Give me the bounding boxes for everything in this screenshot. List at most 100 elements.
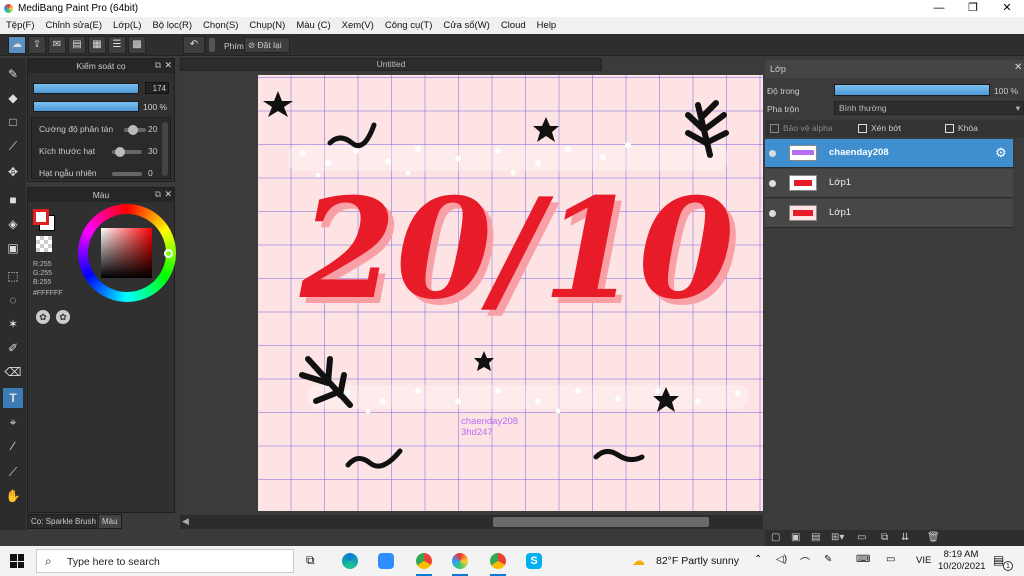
close-icon[interactable]: ✕ (164, 189, 172, 200)
new-layer-icon[interactable]: ▢ (771, 532, 780, 543)
search-box[interactable]: ⌕ Type here to search (36, 549, 294, 573)
comment-icon[interactable]: ▤ (68, 36, 86, 54)
delete-layer-icon[interactable]: 🗑 (927, 532, 940, 543)
upload-icon[interactable]: ⇪ (28, 36, 46, 54)
volume-icon[interactable]: ◁) (776, 554, 787, 565)
saturation-square[interactable] (101, 228, 152, 278)
lock-checkbox[interactable] (945, 124, 954, 133)
protect-alpha-checkbox[interactable] (770, 124, 779, 133)
pen-icon[interactable]: ✎ (824, 554, 832, 565)
move-tool-icon[interactable]: ✥ (3, 162, 23, 182)
scrollbar[interactable] (162, 122, 168, 176)
document-icon[interactable]: ▦ (88, 36, 106, 54)
visibility-icon[interactable] (769, 180, 776, 187)
folder-icon[interactable]: ▭ (857, 532, 866, 543)
document-tab[interactable]: Untitled (180, 58, 602, 71)
layer-opacity-bar[interactable] (834, 84, 990, 96)
task-view-icon[interactable]: ⧉ (306, 553, 315, 568)
menu-help[interactable]: Help (537, 20, 557, 31)
magic-wand-icon[interactable]: ✶ (3, 314, 23, 334)
eraser-tool-icon[interactable]: ◆ (3, 88, 23, 108)
text-tool-icon[interactable]: T (3, 388, 23, 408)
tray-chevron-icon[interactable]: ⌃ (754, 554, 762, 565)
weather-icon[interactable]: ☁ (632, 553, 645, 569)
new-8bit-layer-icon[interactable]: ▤ (811, 532, 820, 543)
hand-tool-icon[interactable]: ✋ (3, 486, 23, 506)
popout-icon[interactable]: ⧉ (155, 189, 161, 200)
layer-row[interactable]: Lớp1 (765, 199, 1013, 228)
clip-checkbox[interactable] (858, 124, 867, 133)
operation-tool-icon[interactable]: ⌖ (3, 412, 23, 432)
weather-text[interactable]: 82°F Partly sunny (656, 555, 739, 567)
select-eraser-icon[interactable]: ⌫ (3, 362, 23, 382)
cloud-icon[interactable]: ☁ (8, 36, 26, 54)
close-button[interactable]: ✕ (990, 0, 1024, 17)
slider-track[interactable] (112, 172, 142, 176)
menu-layer[interactable]: Lớp(L) (113, 20, 141, 31)
add-layer-menu-icon[interactable]: ⊞▾ (831, 532, 844, 543)
gradient-tool-icon[interactable]: ▣ (3, 238, 23, 258)
horizontal-scrollbar[interactable]: ◀ (180, 515, 764, 529)
slider-knob[interactable] (115, 147, 125, 157)
windows-start-icon[interactable] (10, 554, 24, 568)
menu-cloud[interactable]: Cloud (501, 20, 526, 31)
chrome-icon[interactable] (416, 553, 432, 569)
network-icon[interactable]: ⌒ (800, 554, 810, 569)
reset-button[interactable]: ⊘ Đặt lại (244, 37, 290, 53)
foreground-color-swatch[interactable] (33, 209, 49, 225)
maximize-button[interactable]: ❐ (956, 0, 990, 17)
duplicate-layer-icon[interactable]: ⧉ (881, 532, 888, 543)
eyedropper-icon[interactable]: ⟋ (3, 462, 23, 482)
transparent-swatch[interactable] (36, 236, 52, 252)
menu-view[interactable]: Xem(V) (342, 20, 374, 31)
chat-icon[interactable]: ✉ (48, 36, 66, 54)
slider-knob[interactable] (128, 125, 138, 135)
palette-settings-icon[interactable]: ✿ (56, 310, 70, 324)
brush-opacity-bar[interactable] (33, 101, 139, 112)
new-halftone-layer-icon[interactable]: ▣ (791, 532, 800, 543)
input-language[interactable]: VIE (916, 555, 931, 566)
divide-tool-icon[interactable]: ∕ (3, 436, 23, 456)
grid-icon[interactable]: ▩ (128, 36, 146, 54)
menu-select[interactable]: Chọn(S) (203, 20, 238, 31)
visibility-icon[interactable] (769, 150, 776, 157)
menu-file[interactable]: Tệp(F) (6, 20, 35, 31)
clock[interactable]: 8:19 AM 10/20/2021 (938, 549, 986, 573)
menu-filter[interactable]: Bộ lọc(R) (152, 20, 192, 31)
tab-color[interactable]: Màu (98, 514, 122, 529)
palette-icon[interactable]: ✿ (36, 310, 50, 324)
bucket-tool-icon[interactable]: ◈ (3, 214, 23, 234)
brush-size-value[interactable]: 174 (145, 82, 169, 94)
menu-edit[interactable]: Chỉnh sửa(E) (46, 20, 103, 31)
layer-row[interactable]: Lớp1 (765, 169, 1013, 198)
chrome-icon[interactable] (490, 553, 506, 569)
close-icon[interactable]: ✕ (164, 60, 172, 71)
undo-icon[interactable]: ↶ (183, 36, 205, 54)
layer-row[interactable]: chaenday208 ⚙ (765, 139, 1013, 168)
keyboard-icon[interactable]: ⌨ (856, 554, 870, 565)
visibility-icon[interactable] (769, 210, 776, 217)
gear-icon[interactable]: ⚙ (995, 145, 1007, 161)
hue-marker[interactable] (164, 249, 173, 258)
tab-brush[interactable]: Cọ: Sparkle Brush (27, 514, 97, 529)
popout-icon[interactable]: ⧉ (155, 60, 161, 71)
zoom-icon[interactable] (378, 553, 394, 569)
scroll-left-icon[interactable]: ◀ (182, 516, 189, 527)
menu-window[interactable]: Cửa sổ(W) (443, 20, 489, 31)
display-icon[interactable]: ▭ (886, 554, 895, 565)
scrollbar-thumb[interactable] (493, 517, 709, 527)
edge-icon[interactable] (342, 553, 358, 569)
blend-mode-select[interactable]: Bình thường ▾ (834, 101, 1024, 115)
lasso-tool-icon[interactable]: ◌ (3, 290, 23, 310)
brush-size-bar[interactable] (33, 83, 139, 94)
select-tool-icon[interactable]: ⬚ (3, 266, 23, 286)
menu-tools[interactable]: Công cụ(T) (385, 20, 433, 31)
menu-snap[interactable]: Chụp(N) (249, 20, 285, 31)
menu-color[interactable]: Màu (C) (296, 20, 330, 31)
line-tool-icon[interactable]: ⟋ (3, 136, 23, 156)
brush-tool-icon[interactable]: ✎ (3, 64, 23, 84)
drawing-canvas[interactable]: 20/10 vu 20/10 vu chaenday208 3hd247 (258, 75, 764, 511)
close-icon[interactable]: ✕ (1014, 62, 1024, 76)
select-pen-icon[interactable]: ✐ (3, 338, 23, 358)
merge-layer-icon[interactable]: ⇊ (901, 532, 909, 543)
